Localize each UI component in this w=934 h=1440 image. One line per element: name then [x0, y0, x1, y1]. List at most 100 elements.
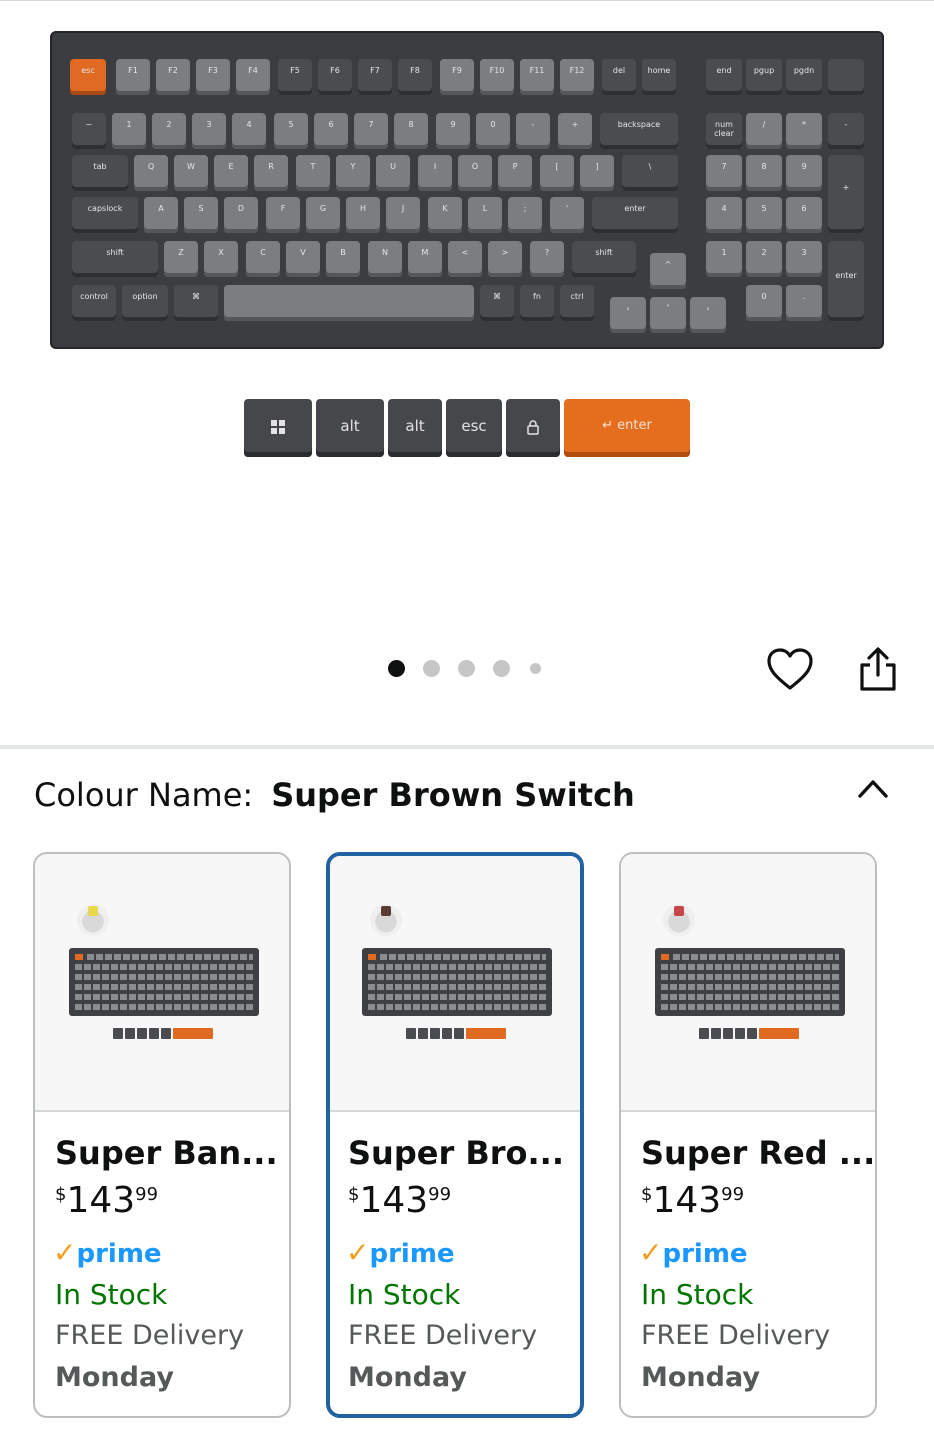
key-8: 8: [394, 113, 428, 149]
key-left-shift: shift: [72, 241, 158, 277]
key-num-2: 2: [746, 241, 782, 277]
mini-keyboard-image: [362, 948, 552, 1016]
share-icon[interactable]: [858, 645, 898, 693]
key-quote: ': [550, 197, 584, 233]
key-lbracket: [: [540, 155, 574, 191]
key-arrow-up: ^: [650, 253, 686, 289]
key-9: 9: [436, 113, 470, 149]
key-k: K: [428, 197, 462, 233]
key-4: 4: [232, 113, 266, 149]
key-num-5: 5: [746, 197, 782, 233]
key-n: N: [368, 241, 402, 277]
key-u: U: [376, 155, 410, 191]
key-semicolon: ;: [508, 197, 542, 233]
variant-card-red[interactable]: Super Red ... $14399 ✓prime In Stock FRE…: [619, 852, 877, 1418]
key-h: H: [346, 197, 380, 233]
key-tilde: ~: [72, 113, 106, 149]
key-num-0: 0: [746, 285, 782, 321]
prime-badge: ✓prime: [53, 1236, 162, 1269]
key-num-9: 9: [786, 155, 822, 191]
key-light: [828, 59, 864, 95]
product-image-carousel[interactable]: esc F1 F2 F3 F4 F5 F6 F7 F8 F9 F10 F11 F…: [0, 0, 934, 746]
key-0: 0: [476, 113, 510, 149]
delivery-day: Monday: [348, 1362, 467, 1393]
key-f10: F10: [480, 59, 514, 95]
section-divider: [0, 745, 934, 749]
stock-status: In Stock: [55, 1278, 168, 1311]
key-space: [224, 285, 474, 321]
key-q: Q: [134, 155, 168, 191]
key-2: 2: [152, 113, 186, 149]
carousel-dot-1[interactable]: [388, 660, 405, 677]
key-f8: F8: [398, 59, 432, 95]
key-num-clear: num clear: [706, 113, 742, 149]
colour-name-row: Colour Name: Super Brown Switch: [34, 776, 635, 820]
key-num-enter: enter: [828, 241, 864, 321]
key-6: 6: [314, 113, 348, 149]
keyboard-product-image: esc F1 F2 F3 F4 F5 F6 F7 F8 F9 F10 F11 F…: [50, 31, 884, 349]
key-home: home: [642, 59, 676, 95]
mini-extra-keys: [406, 1028, 506, 1039]
carousel-dot-2[interactable]: [423, 660, 440, 677]
variant-title: Super Bro...: [348, 1134, 564, 1172]
key-plus: +: [558, 113, 592, 149]
variant-card-brown[interactable]: Super Bro... $14399 ✓prime In Stock FREE…: [326, 852, 584, 1418]
key-minus: -: [516, 113, 550, 149]
key-y: Y: [336, 155, 370, 191]
key-enter: enter: [592, 197, 678, 233]
heart-icon[interactable]: [766, 646, 814, 692]
prime-badge: ✓prime: [639, 1236, 748, 1269]
lock-keycap-icon: [506, 399, 560, 457]
key-num-minus: -: [828, 113, 864, 149]
esc-keycap: esc: [446, 399, 502, 457]
mini-extra-keys: [113, 1028, 213, 1039]
key-option: option: [122, 285, 168, 321]
variant-title: Super Ban...: [55, 1134, 278, 1172]
key-f: F: [266, 197, 300, 233]
key-f2: F2: [156, 59, 190, 95]
key-d: D: [224, 197, 258, 233]
variant-price: $14399: [641, 1180, 745, 1221]
key-f4: F4: [236, 59, 270, 95]
delivery-day: Monday: [641, 1362, 760, 1393]
key-backspace: backspace: [600, 113, 678, 149]
key-arrow-down: ˅: [650, 297, 686, 333]
delivery-label: FREE Delivery: [641, 1320, 831, 1351]
key-period: >: [488, 241, 522, 277]
key-z: Z: [164, 241, 198, 277]
key-m: M: [408, 241, 442, 277]
prime-badge: ✓prime: [346, 1236, 455, 1269]
variant-image: [330, 856, 580, 1112]
carousel-dot-4[interactable]: [493, 660, 510, 677]
key-f12: F12: [560, 59, 594, 95]
key-f5: F5: [278, 59, 312, 95]
key-num-plus: +: [828, 155, 864, 233]
key-num-8: 8: [746, 155, 782, 191]
variant-card-banana[interactable]: Super Ban... $14399 ✓prime In Stock FREE…: [33, 852, 291, 1418]
carousel-dot-3[interactable]: [458, 660, 475, 677]
key-comma: <: [448, 241, 482, 277]
colour-name-value: Super Brown Switch: [271, 776, 635, 814]
stock-status: In Stock: [348, 1278, 461, 1311]
key-e: E: [214, 155, 248, 191]
carousel-dots[interactable]: [388, 660, 548, 680]
key-p: P: [498, 155, 532, 191]
key-g: G: [306, 197, 340, 233]
delivery-label: FREE Delivery: [55, 1320, 245, 1351]
key-5: 5: [274, 113, 308, 149]
carousel-dot-5[interactable]: [530, 663, 541, 674]
key-b: B: [326, 241, 360, 277]
switch-icon: [663, 904, 695, 936]
key-esc: esc: [70, 59, 106, 95]
chevron-up-icon[interactable]: [856, 774, 890, 802]
prime-check-icon: ✓: [346, 1236, 370, 1269]
key-arrow-right: ›: [690, 297, 726, 333]
variant-title: Super Red ...: [641, 1134, 876, 1172]
variant-image: [35, 854, 289, 1112]
key-right-command: ⌘: [480, 285, 514, 321]
prime-check-icon: ✓: [639, 1236, 663, 1269]
prime-check-icon: ✓: [53, 1236, 77, 1269]
key-x: X: [204, 241, 238, 277]
key-f3: F3: [196, 59, 230, 95]
key-t: T: [296, 155, 330, 191]
